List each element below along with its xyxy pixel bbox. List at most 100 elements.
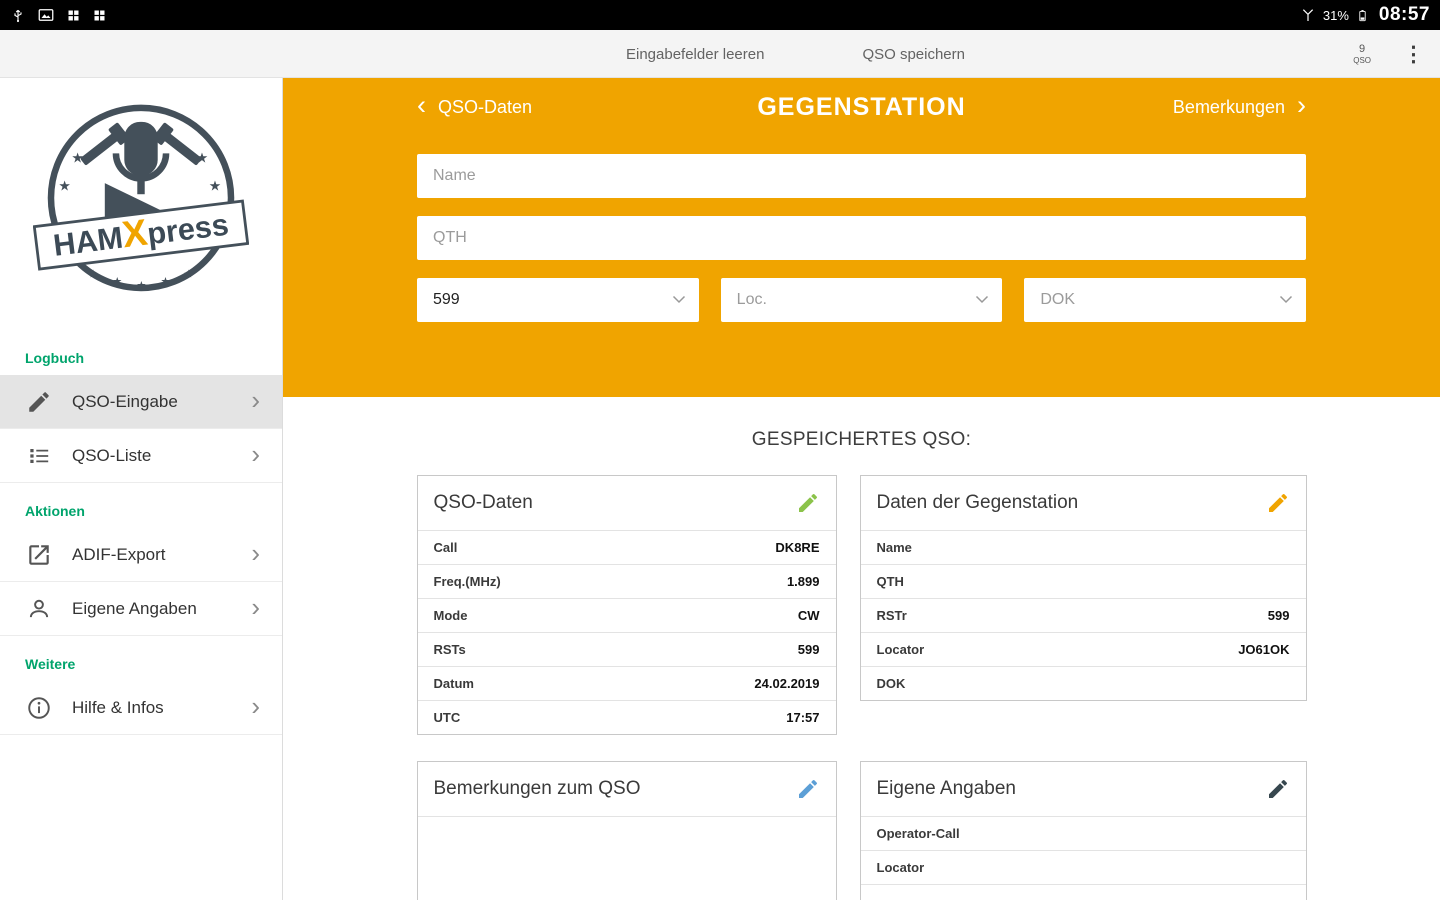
locator-select[interactable]: Loc. <box>720 278 1003 322</box>
field-value: DK8RE <box>775 540 820 555</box>
svg-text:★: ★ <box>112 275 122 288</box>
field-value: JO61OK <box>1238 642 1290 657</box>
table-row: Datum 24.02.2019 <box>417 666 836 700</box>
pencil-icon <box>26 389 52 415</box>
qso-count-unit: QSO <box>1353 55 1371 65</box>
save-qso-button[interactable]: QSO speichern <box>862 46 965 63</box>
dok-select[interactable]: DOK <box>1024 278 1307 322</box>
field-label: RSTr <box>876 608 907 623</box>
field-label: Call <box>433 540 458 555</box>
page-header: ‹ QSO-Daten GEGENSTATION Bemerkungen › <box>283 78 1440 136</box>
app-toolbar: Eingabefelder leeren QSO speichern 9 QSO… <box>0 30 1440 78</box>
svg-text:★: ★ <box>88 268 98 281</box>
sidebar-section-aktionen: Aktionen <box>25 503 85 519</box>
card-title: Eigene Angaben <box>876 778 1016 799</box>
svg-text:★: ★ <box>136 279 146 292</box>
chevron-right-icon: › <box>251 439 260 469</box>
qth-input[interactable] <box>417 216 1306 260</box>
chevron-right-icon: › <box>251 592 260 622</box>
nav-forward-bemerkungen[interactable]: Bemerkungen › <box>1173 90 1306 120</box>
table-row: RSTs 599 <box>417 632 836 666</box>
field-value: CW <box>797 608 820 623</box>
chevron-right-icon: › <box>251 691 260 721</box>
signal-antenna-icon <box>1300 6 1316 24</box>
field-value: 24.02.2019 <box>754 676 820 691</box>
field-value: 1.899 <box>786 574 820 589</box>
field-label: Operator-Call <box>876 826 960 841</box>
table-row: Locator JO61OK <box>860 632 1306 666</box>
card-eigene-angaben: Eigene Angaben Operator-Call Locator <box>859 761 1307 900</box>
locator-select-placeholder: Loc. <box>736 291 767 308</box>
overflow-menu-icon[interactable]: ⋮ <box>1403 44 1424 65</box>
clock: 08:57 <box>1378 4 1430 25</box>
main-content: ‹ QSO-Daten GEGENSTATION Bemerkungen › 5… <box>283 78 1440 900</box>
page-title: GEGENSTATION <box>757 92 966 121</box>
screenshot-icon <box>37 6 55 24</box>
sidebar-item-qso-liste[interactable]: QSO-Liste › <box>0 429 282 483</box>
field-label: Locator <box>876 860 925 875</box>
sidebar-item-hilfe-infos[interactable]: Hilfe & Infos › <box>0 681 282 735</box>
status-bar-right: 31% 08:57 <box>1300 4 1430 26</box>
chevron-right-icon: › <box>1297 90 1306 120</box>
app-notification-icon <box>92 8 107 23</box>
card-qso-daten: QSO-Daten Call DK8RE Freq.(MHz) 1.899 Mode… <box>416 475 837 735</box>
sidebar-item-adif-export[interactable]: ADIF-Export › <box>0 528 282 582</box>
qso-counter[interactable]: 9 QSO <box>1353 43 1371 65</box>
gegenstation-panel: ‹ QSO-Daten GEGENSTATION Bemerkungen › 5… <box>283 78 1440 397</box>
edit-eigene-angaben-button[interactable] <box>1266 777 1290 801</box>
info-icon <box>26 695 52 721</box>
sidebar-item-qso-eingabe[interactable]: QSO-Eingabe › <box>0 375 282 429</box>
table-row: Call DK8RE <box>417 530 836 564</box>
card-title: QSO-Daten <box>433 492 533 513</box>
field-value: 17:57 <box>786 710 820 725</box>
pencil-icon <box>1268 779 1287 798</box>
nav-back-label: QSO-Daten <box>438 96 533 117</box>
pencil-icon <box>798 779 817 798</box>
table-row: DOK <box>860 666 1306 700</box>
card-bemerkungen: Bemerkungen zum QSO <box>416 761 837 900</box>
hamxpress-logo: ★ ★ ★ ★ HAMXpress ★ ★ ★ ★ ★ <box>0 78 282 330</box>
person-icon <box>26 596 52 622</box>
field-label: Locator <box>876 642 925 657</box>
table-row: Freq.(MHz) 1.899 <box>417 564 836 598</box>
chevron-left-icon: ‹ <box>417 90 426 120</box>
rst-select-value: 599 <box>433 291 460 308</box>
table-row: Mode CW <box>417 598 836 632</box>
table-row: QTH <box>860 564 1306 598</box>
chevron-down-icon <box>672 291 686 309</box>
field-label: Mode <box>433 608 468 623</box>
edit-bemerkungen-button[interactable] <box>796 777 820 801</box>
battery-percent: 31% <box>1322 7 1349 23</box>
card-title: Daten der Gegenstation <box>876 492 1079 513</box>
sidebar-item-label: QSO-Liste <box>72 445 152 465</box>
rst-select[interactable]: 599 <box>417 278 699 322</box>
svg-text:★: ★ <box>209 179 221 195</box>
svg-text:★: ★ <box>184 268 194 281</box>
clear-fields-button[interactable]: Eingabefelder leeren <box>626 46 764 63</box>
sidebar-section-logbuch: Logbuch <box>25 350 85 366</box>
sidebar-item-label: Eigene Angaben <box>72 598 197 618</box>
name-input[interactable] <box>417 154 1306 198</box>
chevron-down-icon <box>975 291 989 309</box>
edit-gegenstation-button[interactable] <box>1266 491 1290 515</box>
nav-back-qso-daten[interactable]: ‹ QSO-Daten <box>417 90 757 120</box>
dok-select-placeholder: DOK <box>1040 291 1076 308</box>
field-label: Name <box>876 540 912 555</box>
screen: 31% 08:57 Eingabefelder leeren QSO speic… <box>0 0 1440 900</box>
list-icon <box>26 443 52 469</box>
qso-count-number: 9 <box>1359 43 1366 56</box>
saved-qso-section: GESPEICHERTES QSO: QSO-Daten Call DK8RE F… <box>283 397 1440 900</box>
field-value: 599 <box>797 642 820 657</box>
edit-qso-daten-button[interactable] <box>796 491 820 515</box>
pencil-icon <box>1268 493 1287 512</box>
card-title: Bemerkungen zum QSO <box>433 778 641 799</box>
table-row: UTC 17:57 <box>417 700 836 734</box>
svg-text:★: ★ <box>160 275 170 288</box>
pencil-icon <box>798 493 817 512</box>
sidebar-item-eigene-angaben[interactable]: Eigene Angaben › <box>0 582 282 636</box>
sidebar-section-weitere: Weitere <box>25 656 76 672</box>
field-label: DOK <box>876 676 906 691</box>
bemerkungen-empty-body <box>417 816 836 900</box>
sidebar: ★ ★ ★ ★ HAMXpress ★ ★ ★ ★ ★ Logbuch QSO-… <box>0 78 283 900</box>
sidebar-item-label: ADIF-Export <box>72 544 166 564</box>
